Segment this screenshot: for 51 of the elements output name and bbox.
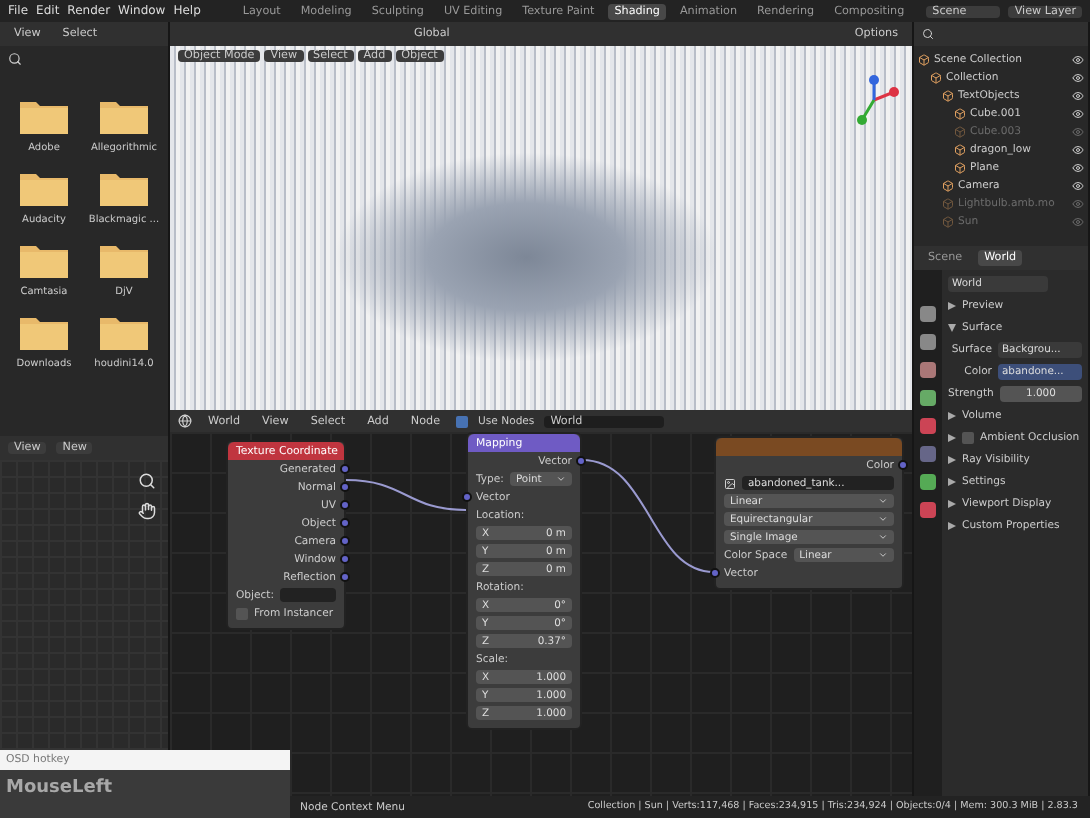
disclosure-triangle-icon[interactable] — [948, 324, 956, 332]
image-icon[interactable] — [724, 477, 736, 489]
zoom-icon[interactable] — [138, 471, 156, 489]
osd-key: MouseLeft — [0, 770, 290, 806]
disclosure-triangle-icon[interactable] — [948, 434, 956, 442]
disclosure-triangle-icon[interactable] — [948, 522, 956, 530]
folder-icon[interactable] — [100, 170, 148, 206]
object-icon — [954, 161, 966, 173]
folder-icon[interactable] — [20, 314, 68, 350]
eye-icon[interactable] — [1072, 53, 1084, 65]
eye-icon[interactable] — [1072, 71, 1084, 83]
search-icon[interactable] — [8, 51, 22, 65]
folder-icon[interactable] — [100, 242, 148, 278]
object-icon — [942, 197, 954, 209]
node-link — [345, 479, 467, 511]
search-icon[interactable] — [922, 28, 934, 40]
object-icon — [942, 89, 954, 101]
disclosure-triangle-icon[interactable] — [948, 412, 956, 420]
folder-icon[interactable] — [20, 170, 68, 206]
socket-icon[interactable] — [462, 492, 472, 502]
socket-icon[interactable] — [710, 568, 720, 578]
folder-icon[interactable] — [20, 242, 68, 278]
checkbox[interactable] — [962, 432, 974, 444]
object-icon — [954, 143, 966, 155]
disclosure-triangle-icon[interactable] — [948, 456, 956, 464]
disclosure-triangle-icon[interactable] — [948, 302, 956, 310]
eye-icon[interactable] — [1072, 89, 1084, 101]
node-link — [581, 459, 715, 573]
object-icon — [954, 107, 966, 119]
world-icon[interactable] — [178, 414, 192, 428]
checkbox[interactable] — [456, 415, 469, 427]
object-icon — [930, 71, 942, 83]
disclosure-triangle-icon[interactable] — [948, 478, 956, 486]
eye-icon[interactable] — [1072, 143, 1084, 155]
folder-icon[interactable] — [100, 98, 148, 134]
object-icon — [918, 53, 930, 65]
folder-icon[interactable] — [100, 314, 148, 350]
socket-icon[interactable] — [898, 460, 908, 470]
eye-icon[interactable] — [1072, 161, 1084, 173]
chevron-icon — [556, 474, 566, 484]
disclosure-triangle-icon[interactable] — [948, 500, 956, 508]
folder-icon[interactable] — [20, 98, 68, 134]
object-icon — [942, 215, 954, 227]
object-field[interactable] — [280, 587, 336, 603]
checkbox[interactable] — [236, 607, 248, 619]
eye-icon[interactable] — [1072, 179, 1084, 191]
eye-icon[interactable] — [1072, 107, 1084, 119]
hand-icon[interactable] — [138, 501, 156, 519]
socket-icon[interactable] — [576, 456, 586, 466]
object-icon — [954, 125, 966, 137]
object-icon — [942, 179, 954, 191]
